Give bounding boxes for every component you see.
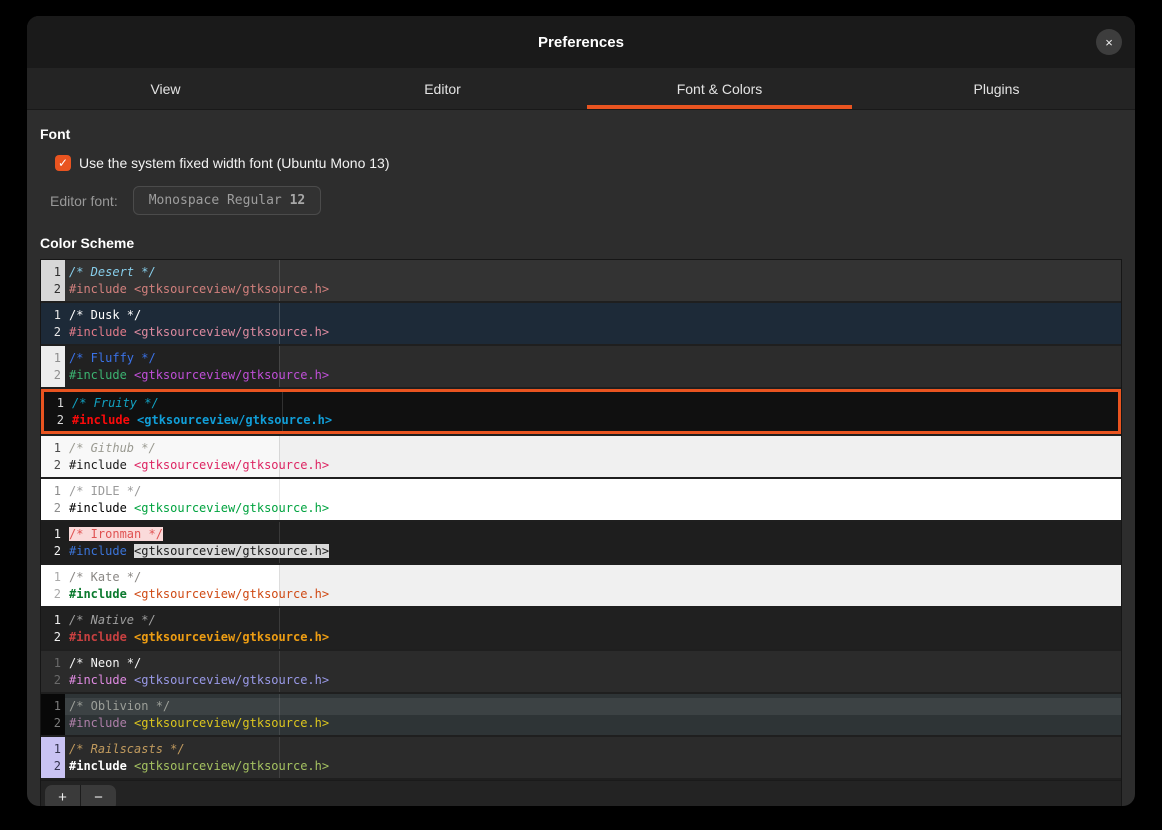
- scheme-include-line: #include <gtksourceview/gtksource.h>: [65, 672, 1121, 689]
- scheme-preview: /* Fluffy */ #include <gtksourceview/gtk…: [65, 346, 1121, 387]
- preferences-dialog: Preferences × View Editor Font & Colors …: [27, 16, 1135, 806]
- scheme-preview: /* Neon */ #include <gtksourceview/gtkso…: [65, 651, 1121, 692]
- scheme-include-line: #include <gtksourceview/gtksource.h>: [65, 281, 1121, 298]
- scheme-comment-line: /* Dusk */: [65, 307, 1121, 324]
- scheme-preview: /* Desert */ #include <gtksourceview/gtk…: [65, 260, 1121, 301]
- line-number-gutter: 1 2: [44, 392, 68, 431]
- color-scheme-list: 1 2 /* Desert */ #include <gtksourceview…: [40, 259, 1122, 806]
- font-section-heading: Font: [40, 126, 1122, 142]
- scheme-preview: /* Railscasts */ #include <gtksourceview…: [65, 737, 1121, 778]
- line-number-gutter: 1 2: [41, 260, 65, 301]
- scheme-toolbar-button-group: + −: [45, 785, 116, 807]
- scheme-include-line: #include <gtksourceview/gtksource.h>: [65, 715, 1121, 732]
- add-scheme-button[interactable]: +: [45, 785, 80, 807]
- scheme-preview: /* Github */ #include <gtksourceview/gtk…: [65, 436, 1121, 477]
- scheme-include-line: #include <gtksourceview/gtksource.h>: [65, 543, 1121, 560]
- scheme-preview: /* Oblivion */ #include <gtksourceview/g…: [65, 694, 1121, 735]
- scheme-preview: /* Fruity */ #include <gtksourceview/gtk…: [68, 392, 1118, 431]
- system-font-check-row[interactable]: ✓ Use the system fixed width font (Ubunt…: [55, 155, 1122, 171]
- scheme-row-railscasts[interactable]: 1 2 /* Railscasts */ #include <gtksource…: [41, 737, 1121, 778]
- tab-editor[interactable]: Editor: [304, 68, 581, 109]
- scheme-preview: /* Native */ #include <gtksourceview/gtk…: [65, 608, 1121, 649]
- color-scheme-heading: Color Scheme: [40, 235, 1122, 251]
- editor-font-name: Monospace Regular: [149, 193, 282, 208]
- line-number-gutter: 1 2: [41, 303, 65, 344]
- scheme-preview: /* IDLE */ #include <gtksourceview/gtkso…: [65, 479, 1121, 520]
- scheme-comment-line: /* Neon */: [65, 655, 1121, 672]
- editor-font-size: 12: [290, 193, 306, 208]
- scheme-row-kate[interactable]: 1 2 /* Kate */ #include <gtksourceview/g…: [41, 565, 1121, 606]
- scheme-include-line: #include <gtksourceview/gtksource.h>: [65, 367, 1121, 384]
- line-number-gutter: 1 2: [41, 346, 65, 387]
- scheme-include-line: #include <gtksourceview/gtksource.h>: [65, 324, 1121, 341]
- scheme-include-line: #include <gtksourceview/gtksource.h>: [65, 457, 1121, 474]
- scheme-include-line: #include <gtksourceview/gtksource.h>: [68, 412, 1118, 429]
- scheme-preview: /* Dusk */ #include <gtksourceview/gtkso…: [65, 303, 1121, 344]
- scheme-comment-line: /* Railscasts */: [65, 741, 1121, 758]
- close-icon[interactable]: ×: [1096, 29, 1122, 55]
- scheme-comment-line: /* Fluffy */: [65, 350, 1121, 367]
- scheme-row-native[interactable]: 1 2 /* Native */ #include <gtksourceview…: [41, 608, 1121, 649]
- line-number-gutter: 1 2: [41, 479, 65, 520]
- tab-plugins[interactable]: Plugins: [858, 68, 1135, 109]
- dialog-title: Preferences: [538, 34, 624, 51]
- scheme-row-desert[interactable]: 1 2 /* Desert */ #include <gtksourceview…: [41, 260, 1121, 301]
- line-number-gutter: 1 2: [41, 608, 65, 649]
- tab-font-colors[interactable]: Font & Colors: [581, 68, 858, 109]
- remove-scheme-button[interactable]: −: [81, 785, 116, 807]
- line-number-gutter: 1 2: [41, 694, 65, 735]
- tab-bar: View Editor Font & Colors Plugins: [27, 68, 1135, 110]
- scheme-row-oblivion[interactable]: 1 2 /* Oblivion */ #include <gtksourcevi…: [41, 694, 1121, 735]
- editor-font-label: Editor font:: [50, 193, 118, 209]
- scheme-row-github[interactable]: 1 2 /* Github */ #include <gtksourceview…: [41, 436, 1121, 477]
- system-font-checkbox[interactable]: ✓: [55, 155, 71, 171]
- scheme-comment-line: /* Ironman */: [65, 526, 1121, 543]
- scheme-include-line: #include <gtksourceview/gtksource.h>: [65, 629, 1121, 646]
- line-number-gutter: 1 2: [41, 651, 65, 692]
- system-font-checkbox-label: Use the system fixed width font (Ubuntu …: [79, 155, 389, 171]
- editor-font-button[interactable]: Monospace Regular 12: [133, 186, 322, 215]
- scheme-list-toolbar: + −: [41, 780, 1121, 806]
- titlebar: Preferences ×: [27, 16, 1135, 68]
- line-number-gutter: 1 2: [41, 737, 65, 778]
- scheme-comment-line: /* Github */: [65, 440, 1121, 457]
- scheme-comment-line: /* Native */: [65, 612, 1121, 629]
- font-colors-page: Font ✓ Use the system fixed width font (…: [27, 110, 1135, 806]
- line-number-gutter: 1 2: [41, 565, 65, 606]
- line-number-gutter: 1 2: [41, 436, 65, 477]
- scheme-comment-line: /* Kate */: [65, 569, 1121, 586]
- scheme-include-line: #include <gtksourceview/gtksource.h>: [65, 500, 1121, 517]
- scheme-row-ironman[interactable]: 1 2 /* Ironman */ #include <gtksourcevie…: [41, 522, 1121, 563]
- scheme-row-dusk[interactable]: 1 2 /* Dusk */ #include <gtksourceview/g…: [41, 303, 1121, 344]
- scheme-include-line: #include <gtksourceview/gtksource.h>: [65, 586, 1121, 603]
- scheme-row-fruity[interactable]: 1 2 /* Fruity */ #include <gtksourceview…: [41, 389, 1121, 434]
- scheme-row-idle[interactable]: 1 2 /* IDLE */ #include <gtksourceview/g…: [41, 479, 1121, 520]
- scheme-row-fluffy[interactable]: 1 2 /* Fluffy */ #include <gtksourceview…: [41, 346, 1121, 387]
- editor-font-row: Editor font: Monospace Regular 12: [50, 186, 1122, 215]
- scheme-preview: /* Kate */ #include <gtksourceview/gtkso…: [65, 565, 1121, 606]
- scheme-comment-line: /* Desert */: [65, 264, 1121, 281]
- scheme-preview: /* Ironman */ #include <gtksourceview/gt…: [65, 522, 1121, 563]
- scheme-rows-container: 1 2 /* Desert */ #include <gtksourceview…: [41, 260, 1121, 778]
- scheme-include-line: #include <gtksourceview/gtksource.h>: [65, 758, 1121, 775]
- tab-view[interactable]: View: [27, 68, 304, 109]
- scheme-comment-line: /* Fruity */: [68, 395, 1118, 412]
- scheme-comment-line: /* Oblivion */: [65, 698, 1121, 715]
- line-number-gutter: 1 2: [41, 522, 65, 563]
- scheme-row-neon[interactable]: 1 2 /* Neon */ #include <gtksourceview/g…: [41, 651, 1121, 692]
- scheme-comment-line: /* IDLE */: [65, 483, 1121, 500]
